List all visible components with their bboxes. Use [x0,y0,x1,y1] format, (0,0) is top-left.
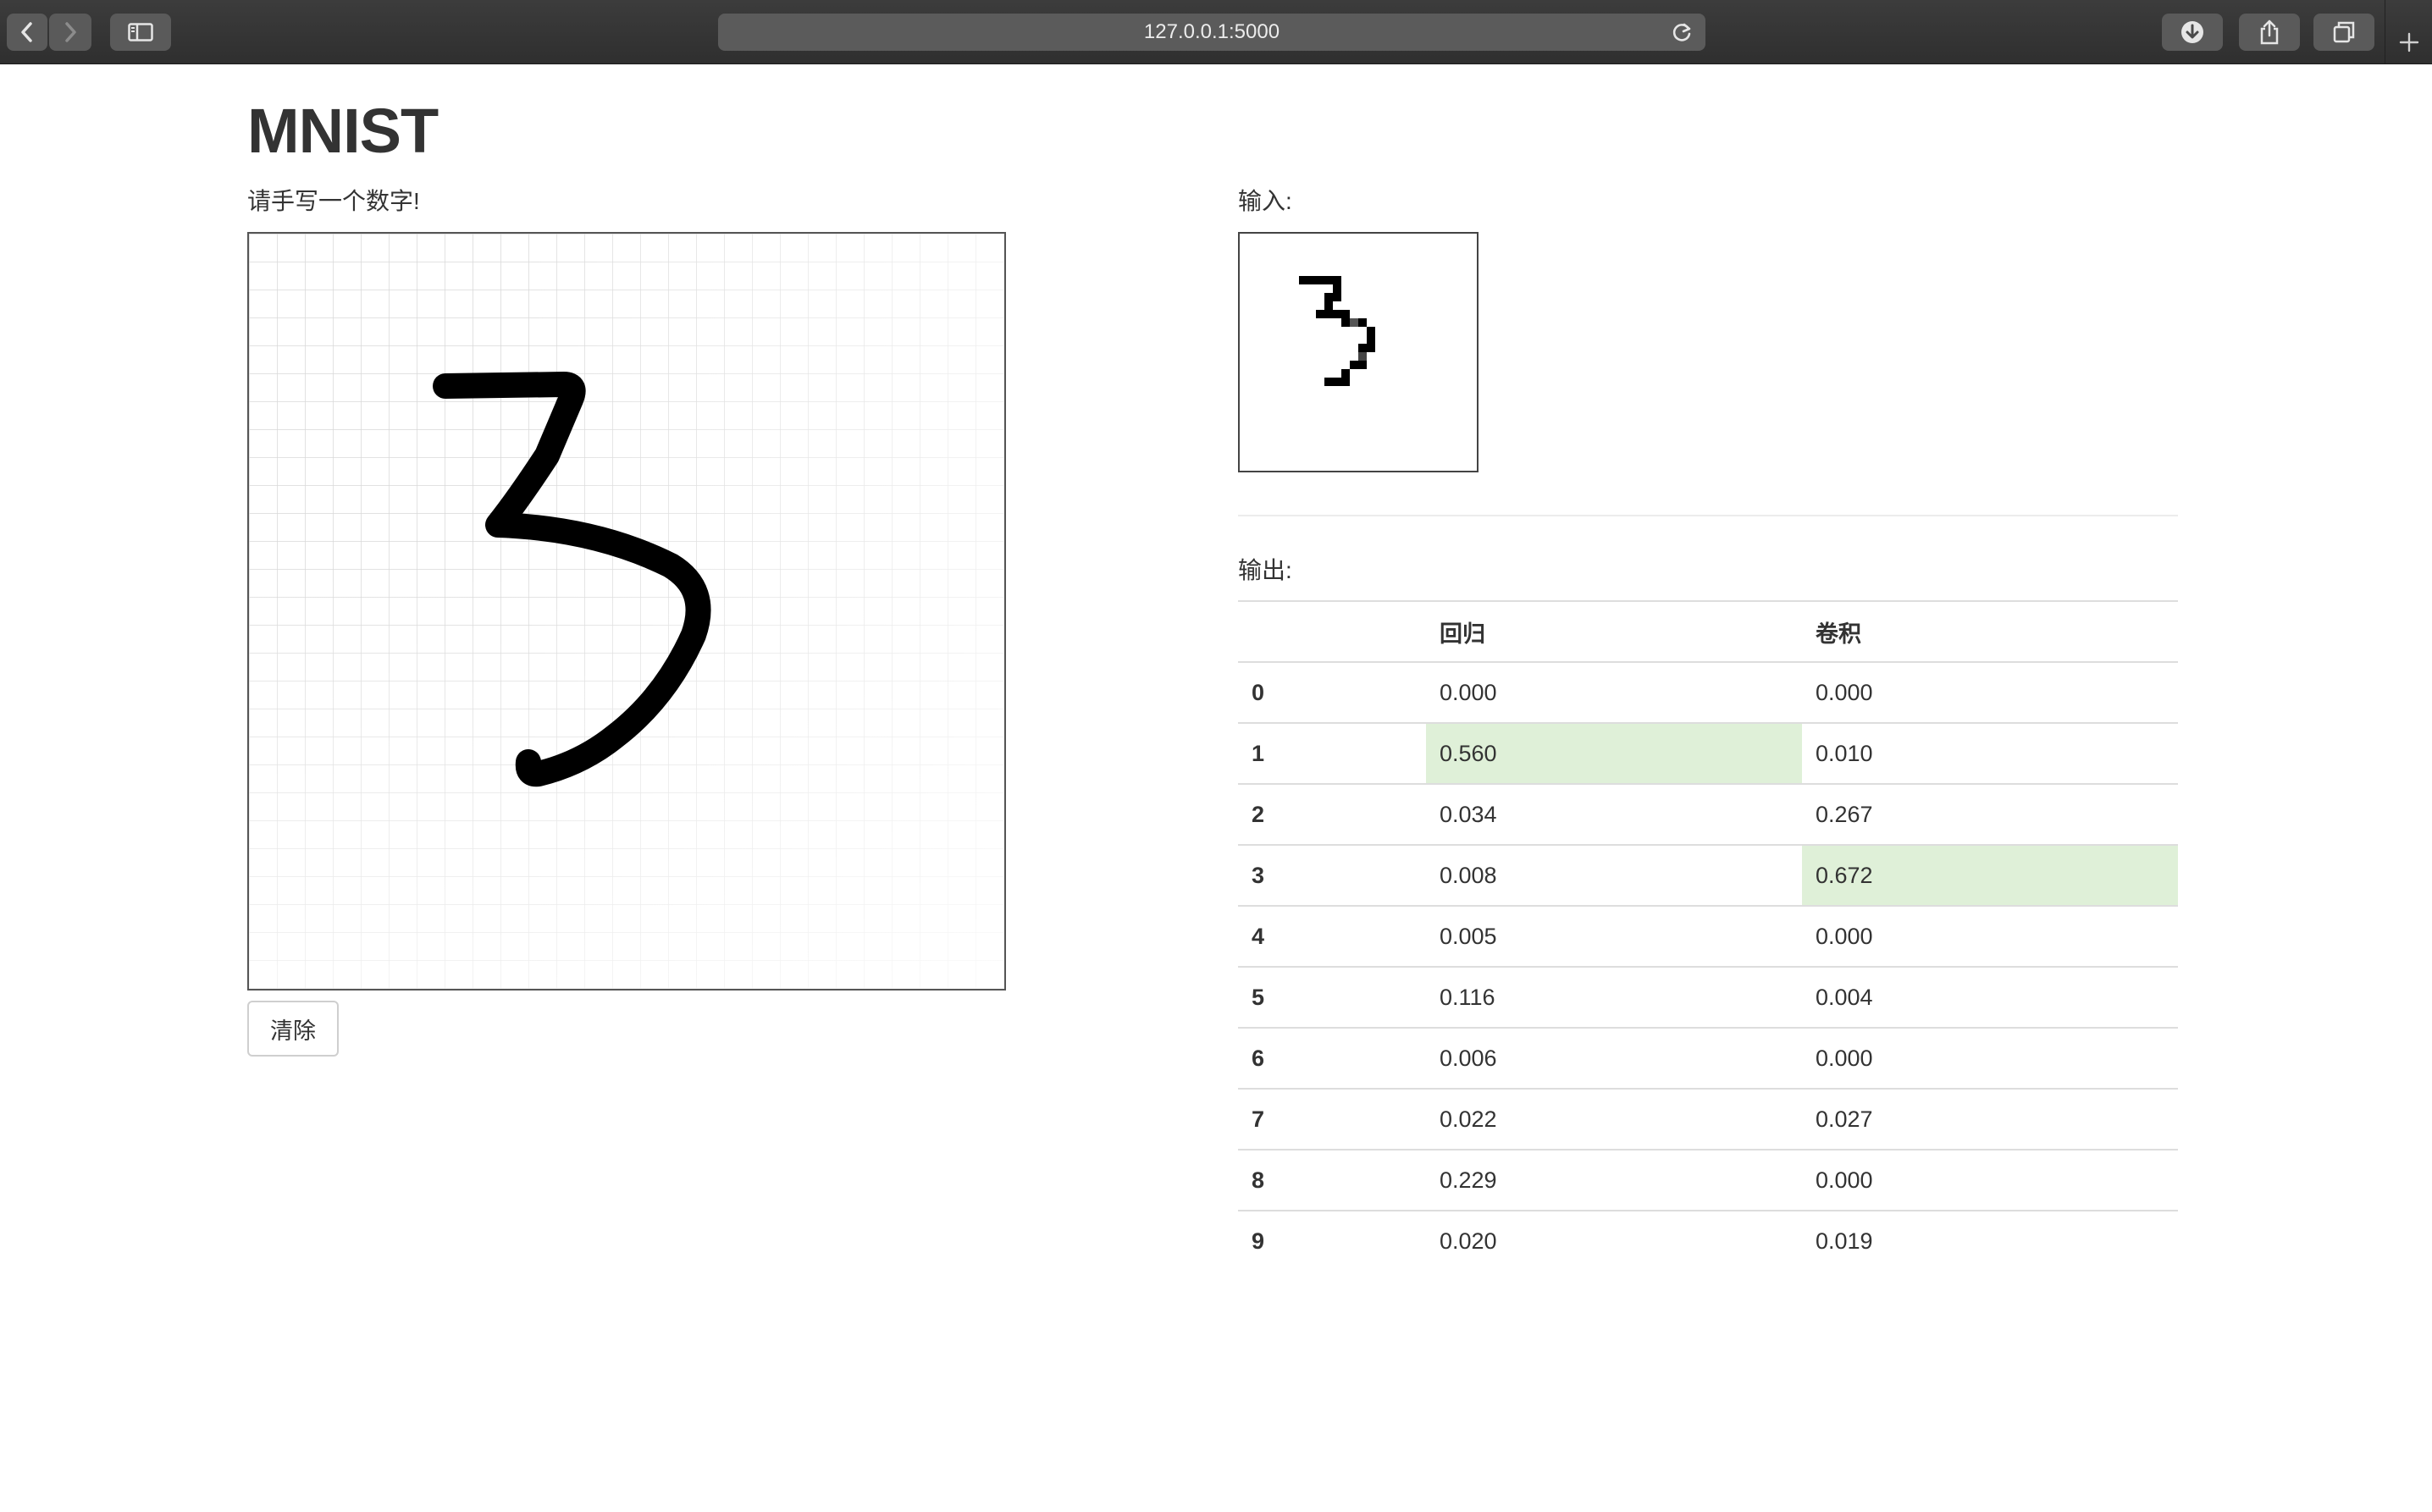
convolution-cell: 0.267 [1802,783,2178,845]
input-preview [1238,232,1479,472]
chevron-left-icon [21,22,32,42]
output-label: 输出: [1238,557,1292,583]
plus-icon [2399,32,2418,52]
section-divider [1238,515,2178,516]
regression-cell: 0.020 [1426,1210,1802,1272]
table-row: 6 0.006 0.000 [1238,1027,2178,1089]
convolution-cell: 0.019 [1802,1210,2178,1272]
digit-cell: 9 [1238,1210,1426,1272]
convolution-cell: 0.004 [1802,966,2178,1028]
drawing-canvas[interactable] [247,232,1006,991]
digit-cell: 6 [1238,1027,1426,1089]
regression-cell: 0.022 [1426,1088,1802,1150]
downloads-button[interactable] [2162,14,2223,51]
regression-cell: 0.005 [1426,905,1802,967]
regression-cell: 0.008 [1426,844,1802,906]
digit-cell: 1 [1238,722,1426,784]
digit-cell: 3 [1238,844,1426,906]
new-tab-button[interactable] [2385,0,2432,63]
regression-cell: 0.000 [1426,661,1802,723]
tabs-icon [2333,21,2355,43]
tabs-overview-button[interactable] [2313,14,2374,51]
regression-cell: 0.034 [1426,783,1802,845]
digit-cell: 4 [1238,905,1426,967]
convolution-cell: 0.672 [1802,844,2178,906]
regression-cell: 0.229 [1426,1149,1802,1211]
digit-cell: 0 [1238,661,1426,723]
draw-prompt: 请手写一个数字! [247,188,420,214]
table-row: 8 0.229 0.000 [1238,1149,2178,1211]
share-button[interactable] [2239,14,2300,51]
convolution-cell: 0.000 [1802,905,2178,967]
sidebar-icon [128,23,153,41]
input-label: 输入: [1238,188,1292,214]
share-icon [2260,19,2279,45]
table-row: 1 0.560 0.010 [1238,722,2178,784]
regression-cell: 0.116 [1426,966,1802,1028]
regression-cell: 0.560 [1426,722,1802,784]
convolution-cell: 0.000 [1802,1027,2178,1089]
column-header-regression: 回归 [1426,600,1802,662]
back-button[interactable] [7,14,47,51]
clear-button[interactable]: 清除 [247,1001,339,1057]
table-row: 9 0.020 0.019 [1238,1210,2178,1272]
convolution-cell: 0.000 [1802,1149,2178,1211]
sidebar-toggle-button[interactable] [110,14,171,51]
table-row: 0 0.000 0.000 [1238,661,2178,723]
chevron-right-icon [65,22,76,42]
regression-cell: 0.006 [1426,1027,1802,1089]
address-bar[interactable]: 127.0.0.1:5000 [718,14,1705,51]
download-icon [2181,21,2203,43]
table-row: 4 0.005 0.000 [1238,905,2178,967]
digit-cell: 8 [1238,1149,1426,1211]
reload-icon[interactable] [1672,21,1694,43]
table-row: 2 0.034 0.267 [1238,783,2178,845]
table-header-row: 回归 卷积 [1238,600,2178,662]
address-text: 127.0.0.1:5000 [1143,20,1280,43]
digit-cell: 7 [1238,1088,1426,1150]
column-header-digit [1238,600,1426,662]
digit-cell: 2 [1238,783,1426,845]
browser-toolbar: 127.0.0.1:5000 [0,0,2432,64]
drawing-surface[interactable] [249,234,1004,989]
forward-button[interactable] [49,14,91,51]
digit-cell: 5 [1238,966,1426,1028]
convolution-cell: 0.027 [1802,1088,2178,1150]
convolution-cell: 0.010 [1802,722,2178,784]
table-row: 3 0.008 0.672 [1238,844,2178,906]
convolution-cell: 0.000 [1802,661,2178,723]
column-header-convolution: 卷积 [1802,600,2178,662]
results-table: 回归 卷积 0 0.000 0.000 1 0.560 0.010 2 0.034 0.267 3… [1238,600,2178,1272]
table-row: 5 0.116 0.004 [1238,966,2178,1028]
page-title: MNIST [247,96,439,166]
table-row: 7 0.022 0.027 [1238,1088,2178,1150]
input-preview-image [1240,234,1477,471]
